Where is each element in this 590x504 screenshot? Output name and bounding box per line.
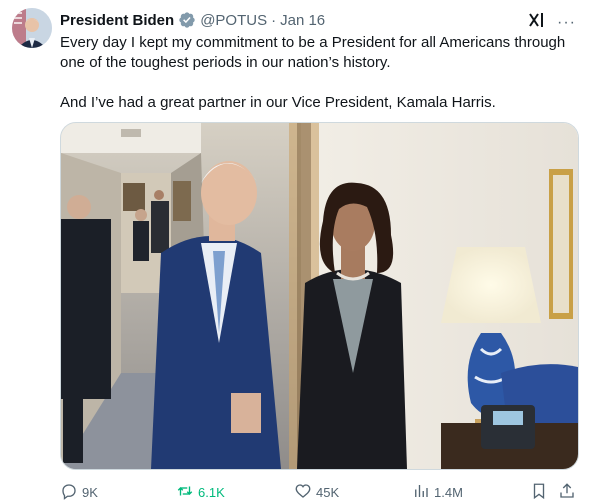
share-icon — [558, 482, 576, 503]
tweet-date[interactable]: Jan 16 — [280, 12, 325, 29]
bookmark-icon — [530, 482, 548, 503]
bookmark-button[interactable] — [530, 482, 548, 503]
tweet-photo[interactable] — [60, 122, 579, 470]
photo-image — [61, 123, 578, 469]
like-button[interactable]: 45K — [294, 482, 339, 503]
repost-count: 6.1K — [198, 485, 225, 500]
tweet-text: Every day I kept my commitment to be a P… — [60, 33, 580, 113]
author-handle[interactable]: @POTUS — [200, 12, 267, 29]
header-separator: · — [271, 11, 277, 29]
avatar[interactable] — [12, 8, 52, 48]
more-icon[interactable]: ··· — [557, 14, 576, 31]
avatar-image — [12, 8, 52, 48]
verified-badge-icon[interactable] — [178, 11, 196, 29]
repost-button[interactable]: 6.1K — [176, 482, 225, 503]
author-name[interactable]: President Biden — [60, 12, 174, 29]
share-button[interactable] — [558, 482, 576, 503]
grok-icon[interactable] — [527, 10, 547, 35]
tweet-actions: 9K 6.1K 45K 1.4M — [60, 482, 580, 502]
reply-icon — [60, 482, 78, 503]
views-button[interactable]: 1.4M — [412, 482, 463, 503]
reply-count: 9K — [82, 485, 98, 500]
repost-icon — [176, 482, 194, 503]
reply-button[interactable]: 9K — [60, 482, 98, 503]
views-icon — [412, 482, 430, 503]
like-count: 45K — [316, 485, 340, 500]
tweet-paragraph: And I’ve had a great partner in our Vice… — [60, 94, 496, 111]
like-icon — [294, 482, 312, 503]
views-count: 1.4M — [434, 485, 463, 500]
tweet-paragraph: Every day I kept my commitment to be a P… — [60, 34, 566, 71]
tweet-header: President Biden @POTUS · Jan 16 — [60, 10, 578, 30]
